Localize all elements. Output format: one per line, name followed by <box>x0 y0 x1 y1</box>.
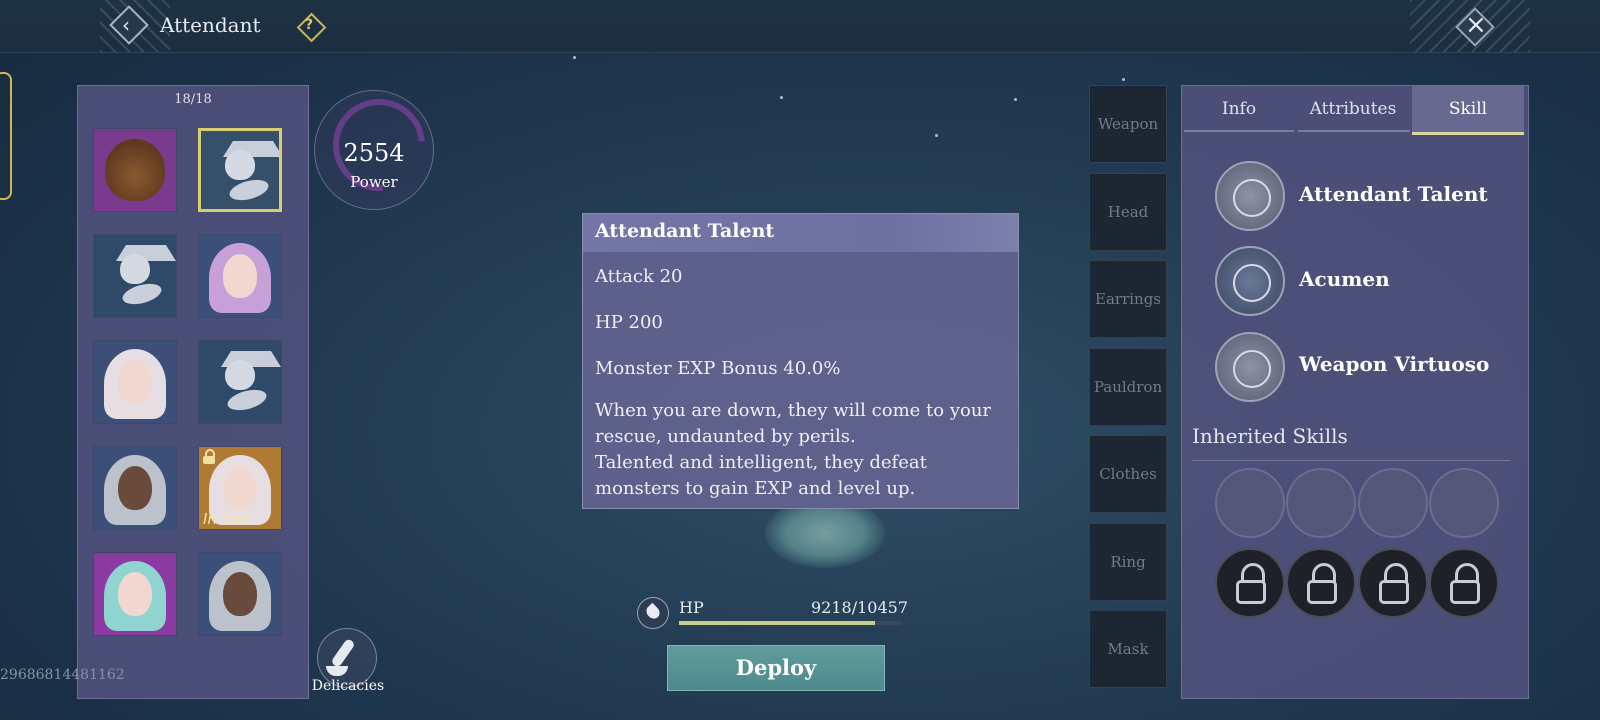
top-bar: ‹ Attendant ? × <box>0 0 1600 53</box>
attendant-slot[interactable] <box>93 552 177 636</box>
inherited-skills-title: Inherited Skills <box>1192 424 1348 448</box>
portrait-girl <box>223 466 257 510</box>
skill-tooltip: Attendant Talent Attack 20 HP 200 Monste… <box>582 213 1019 509</box>
attendant-talent-icon[interactable] <box>1215 161 1285 231</box>
hp-value: 9218/10457 <box>811 598 909 617</box>
equip-slot-mask[interactable]: Mask <box>1089 610 1167 688</box>
attendant-slot[interactable] <box>198 340 282 424</box>
tab-attributes[interactable]: Attributes <box>1296 86 1410 132</box>
locked-skill-slot[interactable] <box>1429 548 1499 618</box>
equip-slot-pauldron[interactable]: Pauldron <box>1089 347 1167 426</box>
question-icon: ? <box>305 17 314 33</box>
hp-bar <box>679 621 901 625</box>
tooltip-header: Attendant Talent <box>583 214 1018 252</box>
attendant-slot[interactable] <box>93 340 177 424</box>
skill-name: Attendant Talent <box>1299 182 1488 206</box>
tooltip-description-line: Talented and intelligent, they defeat mo… <box>595 452 927 499</box>
tooltip-stat-attack: Attack 20 <box>595 266 683 287</box>
skill-name: Acumen <box>1299 267 1390 291</box>
attendant-slot[interactable] <box>198 552 282 636</box>
roster-count: 18/18 <box>174 92 212 107</box>
attendant-slot[interactable] <box>93 234 177 318</box>
attendant-roster-panel: 18/18 In Use <box>77 85 309 699</box>
help-button[interactable]: ? <box>296 12 327 43</box>
power-badge: 2554 Power <box>314 80 444 210</box>
inherited-skill-slot[interactable] <box>1358 468 1428 538</box>
tooltip-stat-hp: HP 200 <box>595 312 663 333</box>
power-label: Power <box>350 173 398 191</box>
tab-skill[interactable]: Skill <box>1412 86 1524 135</box>
user-id: 29686814481162 <box>0 667 125 683</box>
portrait-girl <box>223 254 257 298</box>
delicacies-label: Delicacies <box>311 678 385 694</box>
portrait-elder <box>118 466 152 510</box>
hp-icon <box>637 597 669 629</box>
hp-label: HP <box>679 598 704 617</box>
portrait-creature <box>225 150 255 180</box>
deploy-button[interactable]: Deploy <box>667 645 885 691</box>
portrait-creature <box>225 360 255 390</box>
equip-slot-weapon[interactable]: Weapon <box>1089 85 1167 163</box>
portrait-girl <box>118 360 152 404</box>
skill-name: Weapon Virtuoso <box>1299 352 1490 376</box>
tooltip-stat-exp-bonus: Monster EXP Bonus 40.0% <box>595 358 841 379</box>
inherited-skill-slot[interactable] <box>1215 468 1285 538</box>
close-button[interactable]: × <box>1454 6 1495 47</box>
portrait-girl <box>118 572 152 616</box>
chevron-left-icon: ‹ <box>122 13 130 37</box>
portrait-elder <box>223 572 257 616</box>
attendant-slot[interactable]: In Use <box>198 446 282 530</box>
lock-icon <box>203 449 215 464</box>
tooltip-description: When you are down, they will come to you… <box>595 398 1005 502</box>
page-title: Attendant <box>160 13 261 37</box>
close-icon: × <box>1465 10 1487 40</box>
attendant-slot[interactable] <box>93 446 177 530</box>
weapon-virtuoso-icon[interactable] <box>1215 332 1285 402</box>
tooltip-title: Attendant Talent <box>595 220 775 242</box>
in-use-badge: In Use <box>203 510 250 528</box>
equip-slot-clothes[interactable]: Clothes <box>1089 435 1167 513</box>
locked-skill-slot[interactable] <box>1215 548 1285 618</box>
locked-skill-slot[interactable] <box>1358 548 1428 618</box>
attendant-slot[interactable] <box>198 128 282 212</box>
hp-bar-fill <box>679 621 875 625</box>
back-button[interactable]: ‹ <box>109 5 149 45</box>
equip-slot-head[interactable]: Head <box>1089 172 1167 251</box>
locked-skill-slot[interactable] <box>1286 548 1356 618</box>
delicacies-button[interactable]: Delicacies <box>312 626 384 694</box>
equip-slot-ring[interactable]: Ring <box>1089 522 1167 601</box>
tooltip-description-line: When you are down, they will come to you… <box>595 400 992 447</box>
inherited-skill-slot[interactable] <box>1429 468 1499 538</box>
acumen-icon[interactable] <box>1215 246 1285 316</box>
equip-slot-earrings[interactable]: Earrings <box>1089 260 1167 338</box>
attendant-slot[interactable] <box>198 234 282 318</box>
details-panel: Info Attributes Skill Attendant Talent A… <box>1181 85 1529 699</box>
portrait-creature <box>120 254 150 284</box>
portrait-bear <box>105 139 165 201</box>
power-value: 2554 <box>343 139 405 167</box>
inherited-skill-slot[interactable] <box>1286 468 1356 538</box>
side-tab-handle[interactable] <box>0 72 12 200</box>
attendant-slot[interactable] <box>93 128 177 212</box>
tab-info[interactable]: Info <box>1182 86 1296 132</box>
